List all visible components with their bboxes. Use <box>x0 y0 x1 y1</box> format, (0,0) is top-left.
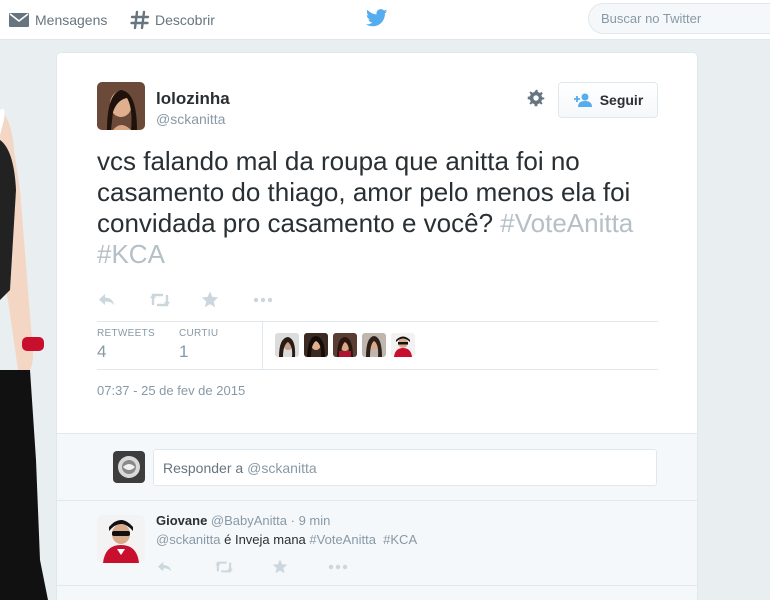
author-handle[interactable]: @sckanitta <box>156 111 225 127</box>
liker-avatar[interactable] <box>391 333 415 357</box>
liker-avatar[interactable] <box>362 333 386 357</box>
retweet-icon[interactable] <box>214 560 234 574</box>
nav-discover-label: Descobrir <box>155 12 215 28</box>
reply-input-mention: @sckanitta <box>247 459 317 476</box>
reply-author-avatar[interactable] <box>97 515 145 563</box>
hashtag-icon <box>130 10 150 30</box>
reply-input[interactable]: Responder a @sckanitta <box>153 449 657 486</box>
add-user-icon <box>573 93 592 107</box>
reply-input-prefix: Responder a <box>163 459 244 476</box>
search-placeholder: Buscar no Twitter <box>601 11 702 26</box>
stats-separator <box>262 321 263 369</box>
twitter-bird-icon[interactable] <box>366 9 388 27</box>
reply-icon[interactable] <box>97 292 117 308</box>
more-icon[interactable] <box>328 564 348 570</box>
reply-mention-link[interactable]: @sckanitta <box>156 532 221 547</box>
likes-count[interactable]: 1 <box>179 342 188 362</box>
reply-author-handle[interactable]: @BabyAnitta <box>211 513 287 528</box>
profile-background-image <box>0 40 60 600</box>
reply-author-name[interactable]: Giovane <box>156 513 207 528</box>
stats-bottom-divider <box>97 369 658 370</box>
nav-messages[interactable]: Mensagens <box>8 0 107 40</box>
current-user-avatar[interactable] <box>113 451 145 483</box>
liker-avatar[interactable] <box>304 333 328 357</box>
tweet-timestamp[interactable]: 07:37 - 25 de fev de 2015 <box>97 383 245 398</box>
hashtag-link[interactable]: #VoteAnitta <box>309 532 376 547</box>
likes-label: CURTIU <box>179 328 219 339</box>
nav-messages-label: Mensagens <box>35 12 108 28</box>
nav-discover[interactable]: Descobrir <box>130 0 215 40</box>
author-name[interactable]: lolozinha <box>156 89 230 109</box>
star-icon[interactable] <box>201 291 219 308</box>
liker-avatar[interactable] <box>333 333 357 357</box>
follow-button[interactable]: Seguir <box>558 82 658 118</box>
search-input[interactable]: Buscar no Twitter <box>588 3 770 34</box>
gear-icon[interactable] <box>527 89 545 107</box>
tweet-actions <box>97 291 273 308</box>
retweet-icon[interactable] <box>149 292 171 308</box>
retweets-count[interactable]: 4 <box>97 342 106 362</box>
hashtag-link[interactable]: #KCA <box>383 532 417 547</box>
tweet-card: lolozinha @sckanitta Seguir vcs falando … <box>56 52 698 600</box>
reply-text: @sckanitta é Inveja mana #VoteAnitta #KC… <box>156 532 417 547</box>
retweets-label: RETWEETS <box>97 328 155 339</box>
hashtag-link[interactable]: #KCA <box>97 239 165 269</box>
reply-bottom-divider <box>57 585 697 586</box>
reply-body: é Inveja mana <box>224 532 306 547</box>
follow-button-label: Seguir <box>599 92 644 108</box>
star-icon[interactable] <box>272 559 288 574</box>
reply-separator: · <box>290 513 295 528</box>
top-navigation-bar: Mensagens Descobrir Buscar no Twitter <box>0 0 770 40</box>
reply-header: Giovane @BabyAnitta · 9 min <box>156 513 330 528</box>
reply-composer: Responder a @sckanitta <box>57 433 697 501</box>
tweet-text: vcs falando mal da roupa que anitta foi … <box>97 146 677 270</box>
author-avatar[interactable] <box>97 82 145 130</box>
reply-time[interactable]: 9 min <box>299 513 331 528</box>
more-icon[interactable] <box>253 297 273 303</box>
liker-avatar[interactable] <box>275 333 299 357</box>
reply-actions <box>156 559 348 574</box>
reply-icon[interactable] <box>156 560 174 574</box>
hashtag-link[interactable]: #VoteAnitta <box>500 208 633 238</box>
stats-top-divider <box>97 321 658 322</box>
likers-avatars <box>275 333 420 357</box>
envelope-icon <box>9 13 29 27</box>
reply-tweet: Giovane @BabyAnitta · 9 min @sckanitta é… <box>57 501 697 600</box>
